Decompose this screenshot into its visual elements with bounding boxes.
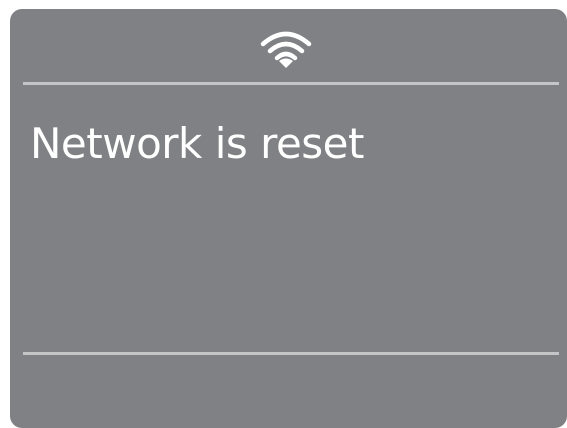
status-bar — [10, 9, 567, 83]
status-message: Network is reset — [30, 119, 365, 168]
bottom-divider — [23, 352, 559, 355]
wifi-icon — [260, 31, 312, 68]
device-screen: Network is reset — [10, 9, 567, 428]
top-divider — [23, 82, 559, 85]
